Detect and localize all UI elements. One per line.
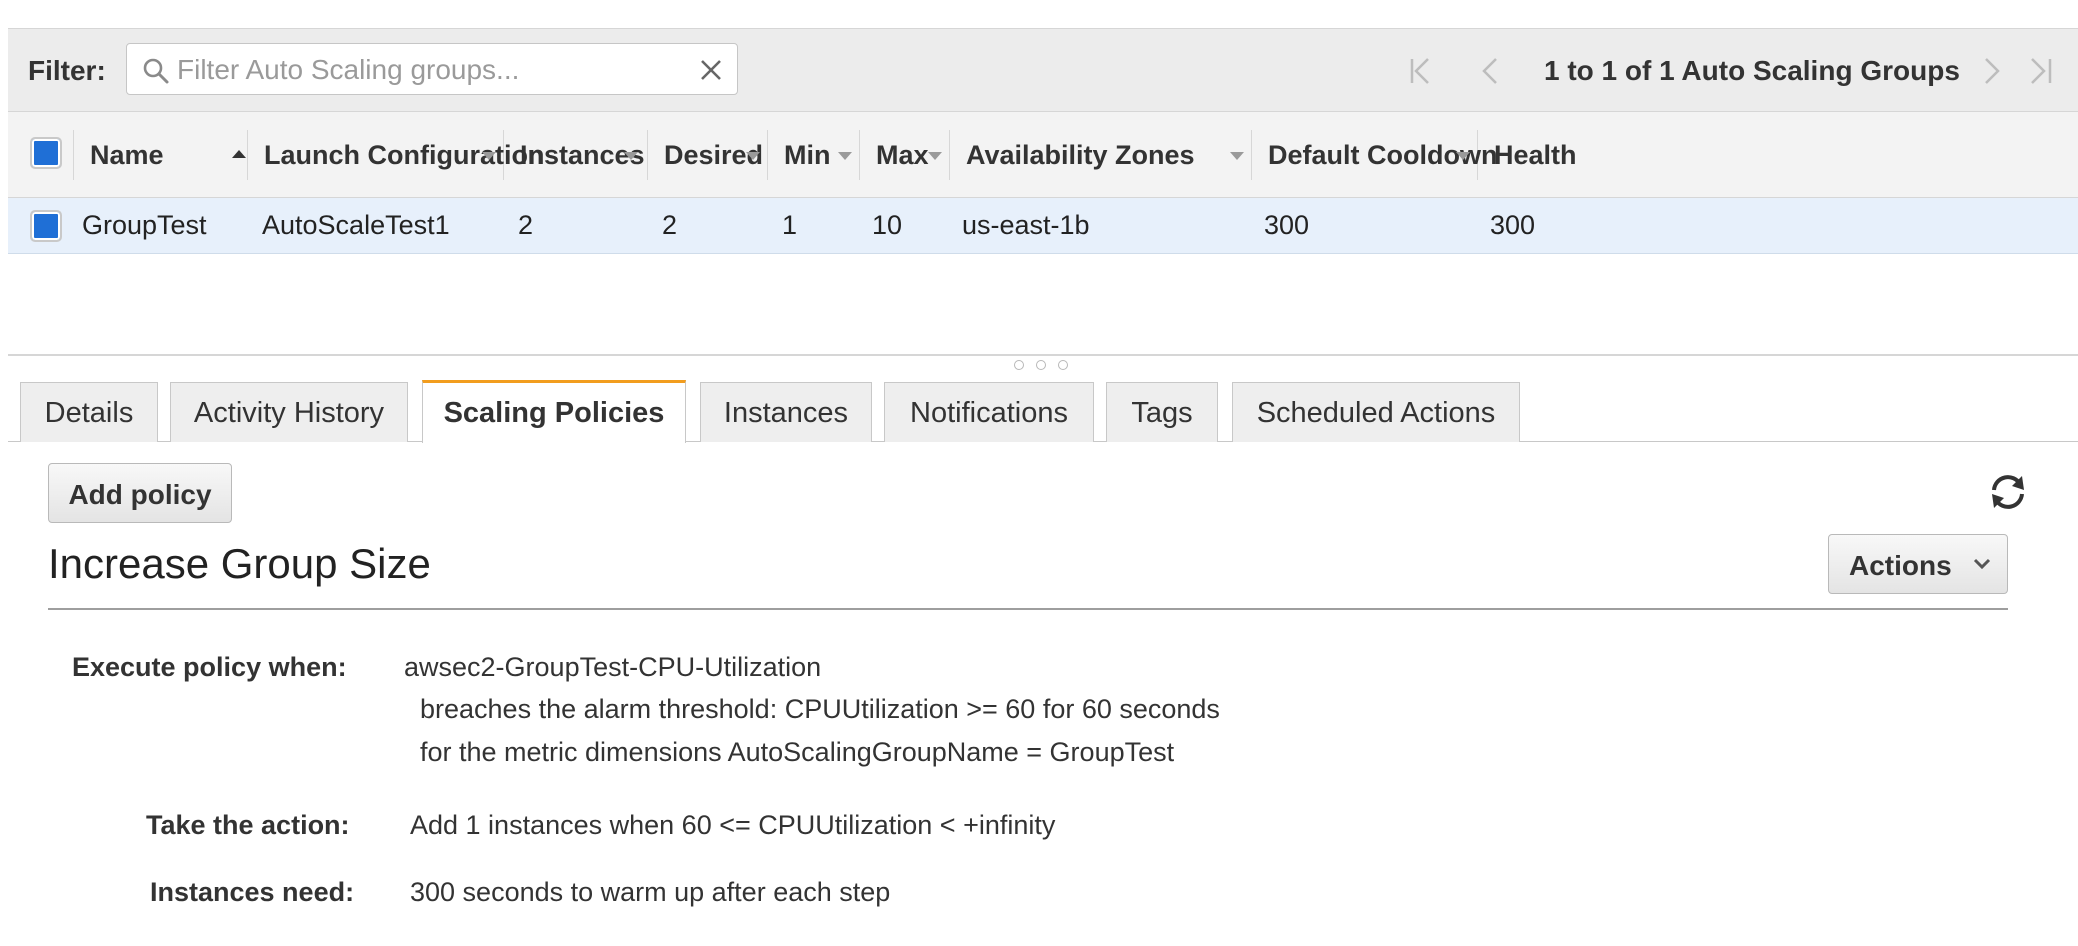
sort-caret-icon: [624, 152, 638, 160]
tab-label: Scaling Policies: [443, 397, 665, 429]
next-page-icon[interactable]: [1974, 51, 2010, 91]
sort-caret-icon: [838, 152, 852, 160]
cell-desired: 2: [662, 210, 678, 240]
column-header-name[interactable]: Name: [74, 130, 248, 180]
tab-activity-history[interactable]: Activity History: [170, 382, 408, 442]
column-label: Max: [876, 140, 929, 170]
pane-splitter: [8, 354, 2078, 356]
cell-default-cooldown: 300: [1264, 210, 1310, 240]
filter-label: Filter:: [28, 55, 106, 86]
cell-instances: 2: [518, 210, 534, 240]
tab-label: Scheduled Actions: [1256, 397, 1496, 429]
column-header-health[interactable]: Health: [1478, 130, 1578, 180]
cell-availability-zones: us-east-1b: [962, 210, 1090, 240]
previous-page-icon[interactable]: [1472, 51, 1508, 91]
column-header-default-cooldown[interactable]: Default Cooldown: [1252, 130, 1497, 180]
filter-input-box[interactable]: [126, 43, 738, 95]
cell-name: GroupTest: [82, 210, 207, 240]
column-label: Name: [90, 140, 164, 170]
clear-icon[interactable]: [697, 56, 725, 84]
tab-label: Details: [44, 397, 134, 429]
execute-metric-dimensions: for the metric dimensions AutoScalingGro…: [420, 737, 1175, 767]
sort-caret-icon: [928, 152, 942, 160]
table-row[interactable]: GroupTest AutoScaleTest1 2 2 1 10 us-eas…: [8, 198, 2078, 254]
checkbox-column-divider: [12, 130, 74, 180]
column-header-instances[interactable]: Instances: [504, 130, 648, 180]
cell-health: 300: [1490, 210, 1536, 240]
splitter-handle[interactable]: [1012, 358, 1072, 372]
last-page-icon[interactable]: [2022, 51, 2058, 91]
actions-label: Actions: [1849, 550, 1952, 581]
cell-launch-configuration: AutoScaleTest1: [262, 210, 450, 240]
add-policy-label: Add policy: [68, 479, 212, 510]
execute-policy-label: Execute policy when:: [72, 652, 347, 682]
policy-divider: [48, 608, 2008, 610]
tab-label: Instances: [723, 397, 849, 429]
instances-need-value: 300 seconds to warm up after each step: [410, 877, 891, 907]
row-checkbox[interactable]: [30, 210, 62, 242]
cell-min: 1: [782, 210, 798, 240]
instances-need-label: Instances need:: [150, 877, 355, 907]
chevron-down-icon: [1973, 558, 1991, 570]
first-page-icon[interactable]: [1404, 51, 1440, 91]
column-label: Health: [1494, 140, 1577, 170]
sort-caret-icon: [1230, 152, 1244, 160]
column-label: Availability Zones: [966, 140, 1195, 170]
column-label: Min: [784, 140, 831, 170]
tab-scheduled-actions[interactable]: Scheduled Actions: [1232, 382, 1520, 442]
take-action-label: Take the action:: [146, 810, 350, 840]
table-header: Name Launch Configuration Instances Desi…: [8, 112, 2078, 198]
tab-instances[interactable]: Instances: [700, 382, 872, 442]
actions-button[interactable]: Actions: [1828, 534, 2008, 594]
sort-caret-icon: [1456, 152, 1470, 160]
policy-title: Increase Group Size: [48, 540, 431, 587]
filter-input[interactable]: [177, 52, 677, 88]
sort-caret-icon: [746, 152, 760, 160]
tab-scaling-policies[interactable]: Scaling Policies: [422, 380, 686, 443]
add-policy-button[interactable]: Add policy: [48, 463, 232, 523]
column-header-availability-zones[interactable]: Availability Zones: [950, 130, 1252, 180]
sort-ascending-icon: [232, 150, 246, 158]
tab-notifications[interactable]: Notifications: [884, 382, 1094, 442]
sort-caret-icon: [482, 152, 496, 160]
filter-bar: Filter: 1 to 1 of 1 Auto Scaling Groups: [8, 28, 2078, 112]
execute-alarm-name: awsec2-GroupTest-CPU-Utilization: [404, 652, 822, 682]
refresh-icon[interactable]: [1986, 470, 2030, 514]
pagination: 1 to 1 of 1 Auto Scaling Groups: [1378, 29, 2078, 113]
column-header-max[interactable]: Max: [860, 130, 950, 180]
column-label: Launch Configuration: [264, 140, 545, 170]
tab-label: Activity History: [193, 397, 385, 429]
cell-max: 10: [872, 210, 903, 240]
pager-text: 1 to 1 of 1 Auto Scaling Groups: [1544, 55, 1960, 86]
tab-label: Notifications: [910, 397, 1068, 429]
column-header-desired[interactable]: Desired: [648, 130, 768, 180]
tab-details[interactable]: Details: [20, 382, 158, 442]
column-header-min[interactable]: Min: [768, 130, 860, 180]
column-header-launch-configuration[interactable]: Launch Configuration: [248, 130, 544, 180]
take-action-value: Add 1 instances when 60 <= CPUUtilizatio…: [410, 810, 1056, 840]
tab-tags[interactable]: Tags: [1106, 382, 1218, 442]
tab-label: Tags: [1131, 397, 1193, 429]
execute-alarm-threshold: breaches the alarm threshold: CPUUtiliza…: [420, 694, 1220, 724]
search-icon: [143, 58, 169, 84]
